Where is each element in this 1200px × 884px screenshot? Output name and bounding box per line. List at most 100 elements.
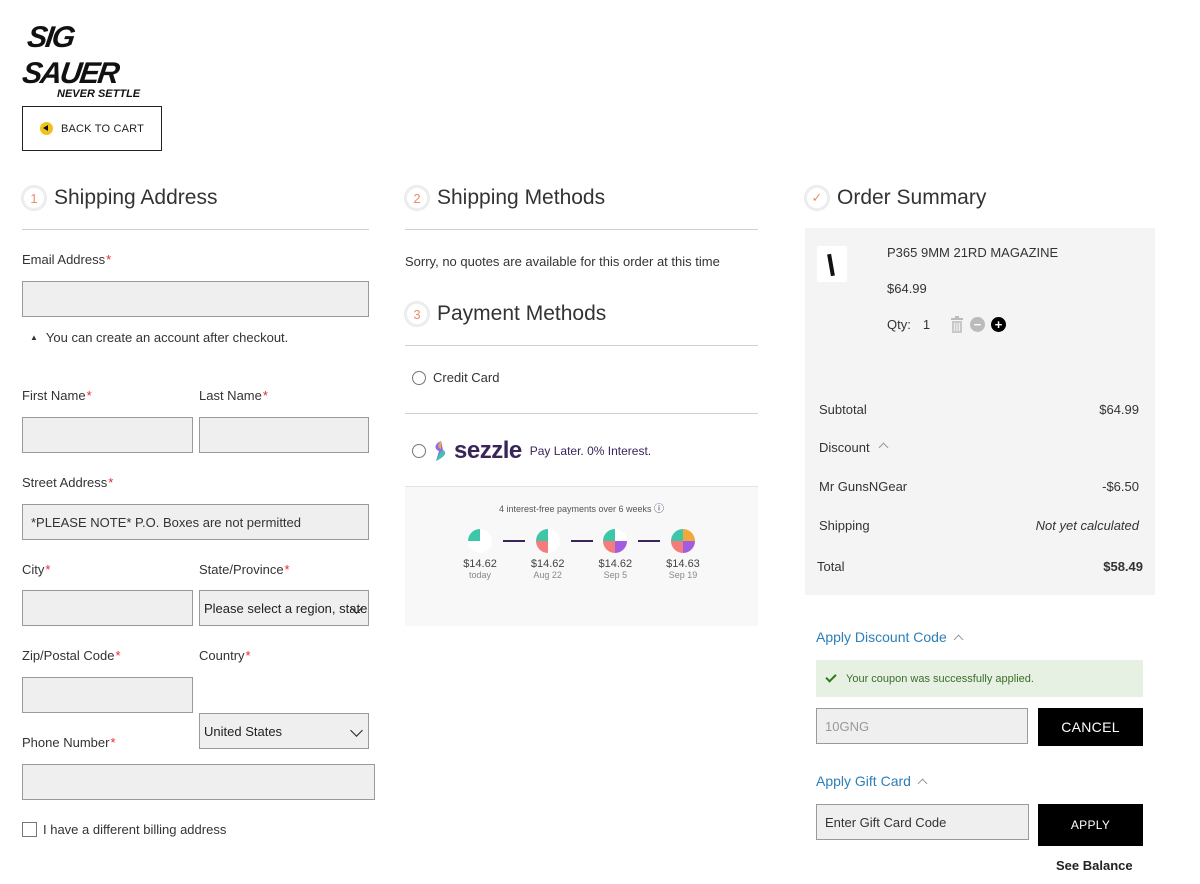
chevron-up-icon — [917, 778, 928, 788]
divider — [405, 345, 758, 346]
apply-discount-code-toggle[interactable]: Apply Discount Code — [816, 629, 964, 645]
city-label: City* — [22, 562, 51, 577]
coupon-amount: -$6.50 — [1102, 479, 1139, 494]
subtotal-row: Subtotal $64.99 — [819, 402, 1139, 417]
shipping-methods-title: Shipping Methods — [437, 186, 606, 209]
back-to-cart-label: BACK TO CART — [60, 122, 145, 135]
payment-2: $14.62 Aug 22 — [531, 529, 565, 580]
step-1-badge: 1 — [22, 186, 46, 210]
triangle-up-icon: ▲ — [30, 333, 38, 342]
no-quotes-message: Sorry, no quotes are available for this … — [405, 254, 720, 269]
shipping-address-title: Shipping Address — [54, 186, 218, 209]
payment-4: $14.63 Sep 19 — [666, 529, 700, 580]
divider — [405, 413, 758, 414]
schedule-connector — [570, 540, 593, 542]
country-select[interactable]: United States — [199, 713, 369, 749]
sezzle-option[interactable]: sezzle Pay Later. 0% Interest. — [412, 437, 651, 465]
back-arrow-icon — [39, 122, 53, 135]
chevron-up-icon — [953, 634, 964, 644]
step-3-badge: 3 — [405, 302, 429, 326]
shipping-address-heading: 1 Shipping Address — [22, 186, 217, 210]
phone-field[interactable] — [22, 764, 375, 800]
country-label: Country* — [199, 648, 251, 663]
email-field[interactable] — [22, 281, 369, 317]
info-icon[interactable]: ⓘ — [654, 504, 664, 515]
order-summary-panel: P365 9MM 21RD MAGAZINE $64.99 Qty: 1 − +… — [805, 228, 1155, 595]
discount-toggle[interactable]: Discount — [819, 440, 889, 455]
sezzle-mark-icon — [435, 441, 446, 461]
pie-full-icon — [670, 529, 695, 553]
sezzle-wordmark: sezzle — [454, 437, 522, 464]
apply-gift-card-button[interactable]: APPLY — [1038, 804, 1143, 846]
phone-label: Phone Number* — [22, 735, 116, 750]
street-address-field[interactable]: *PLEASE NOTE* P.O. Boxes are not permitt… — [22, 504, 369, 540]
credit-card-radio[interactable] — [412, 370, 426, 385]
zip-field[interactable] — [22, 677, 193, 713]
apply-gift-card-toggle[interactable]: Apply Gift Card — [816, 773, 928, 789]
minus-icon[interactable]: − — [970, 317, 986, 332]
billing-label: I have a different billing address — [43, 822, 227, 837]
last-name-field[interactable] — [199, 417, 369, 453]
sezzle-radio[interactable] — [412, 444, 426, 458]
product-price: $64.99 — [887, 281, 927, 296]
billing-address-option[interactable]: I have a different billing address — [22, 822, 226, 837]
payment-3: $14.62 Sep 5 — [599, 529, 632, 580]
pie-half-icon — [535, 529, 560, 553]
payment-methods-title: Payment Methods — [437, 302, 607, 325]
product-name: P365 9MM 21RD MAGAZINE — [887, 245, 1059, 260]
quantity-value: 1 — [922, 317, 931, 332]
step-2-badge: 2 — [405, 186, 429, 210]
total-value: $58.49 — [1103, 559, 1143, 574]
billing-checkbox[interactable] — [22, 822, 37, 837]
divider — [405, 229, 758, 230]
shipping-value: Not yet calculated — [1035, 518, 1139, 533]
cancel-coupon-button[interactable]: CANCEL — [1038, 708, 1143, 746]
street-label: Street Address* — [22, 475, 114, 490]
schedule-connector — [638, 540, 661, 542]
trash-icon[interactable] — [950, 316, 964, 333]
sig-sauer-logo[interactable]: SIG SAUER NEVER SETTLE — [20, 20, 150, 100]
subtotal-value: $64.99 — [1099, 402, 1139, 417]
payment-methods-heading: 3 Payment Methods — [405, 302, 606, 326]
zip-label: Zip/Postal Code* — [22, 648, 121, 663]
see-balance-link[interactable]: See Balance — [1056, 858, 1133, 873]
check-step-icon: ✓ — [805, 186, 829, 210]
first-name-label: First Name* — [22, 388, 92, 403]
product-thumbnail[interactable] — [817, 246, 847, 282]
chevron-down-icon — [350, 724, 363, 737]
sezzle-tagline: Pay Later. 0% Interest. — [529, 444, 652, 458]
pie-quarter-icon — [468, 529, 493, 553]
total-row: Total $58.49 — [817, 559, 1143, 574]
sezzle-logo: sezzle Pay Later. 0% Interest. — [432, 437, 651, 465]
email-label: Email Address* — [22, 252, 112, 267]
quantity-control: Qty: 1 − + — [887, 316, 1007, 333]
checkmark-icon — [825, 671, 837, 683]
gift-card-field[interactable]: Enter Gift Card Code — [816, 804, 1029, 840]
state-label: State/Province* — [199, 562, 290, 577]
credit-card-option[interactable]: Credit Card — [412, 370, 499, 385]
divider — [22, 229, 369, 230]
city-field[interactable] — [22, 590, 193, 626]
sezzle-payment-schedule: $14.62 today $14.62 Aug 22 $14.62 Sep 5 … — [405, 529, 758, 580]
coupon-row: Mr GunsNGear -$6.50 — [819, 479, 1139, 494]
state-select[interactable]: Please select a region, state — [199, 590, 369, 626]
order-summary-title: Order Summary — [837, 186, 987, 209]
first-name-field[interactable] — [22, 417, 193, 453]
coupon-success-message: Your coupon was successfully applied. — [816, 660, 1143, 697]
order-summary-heading: ✓ Order Summary — [805, 186, 986, 210]
brand-name: SIG SAUER — [20, 21, 120, 90]
sezzle-schedule-panel: 4 interest-free payments over 6 weeks ⓘ … — [405, 486, 758, 626]
credit-card-label: Credit Card — [433, 370, 500, 385]
sezzle-info: 4 interest-free payments over 6 weeks ⓘ — [498, 504, 665, 515]
payment-1: $14.62 today — [463, 529, 497, 580]
account-note: ▲ You can create an account after checko… — [30, 330, 289, 345]
chevron-up-icon — [878, 442, 889, 453]
last-name-label: Last Name* — [199, 388, 268, 403]
pie-three-quarter-icon — [603, 529, 628, 553]
discount-code-field[interactable]: 10GNG — [816, 708, 1028, 744]
shipping-row: Shipping Not yet calculated — [819, 518, 1139, 533]
schedule-connector — [502, 540, 525, 542]
shipping-methods-heading: 2 Shipping Methods — [405, 186, 605, 210]
plus-icon[interactable]: + — [991, 317, 1007, 332]
back-to-cart-button[interactable]: BACK TO CART — [22, 106, 162, 151]
